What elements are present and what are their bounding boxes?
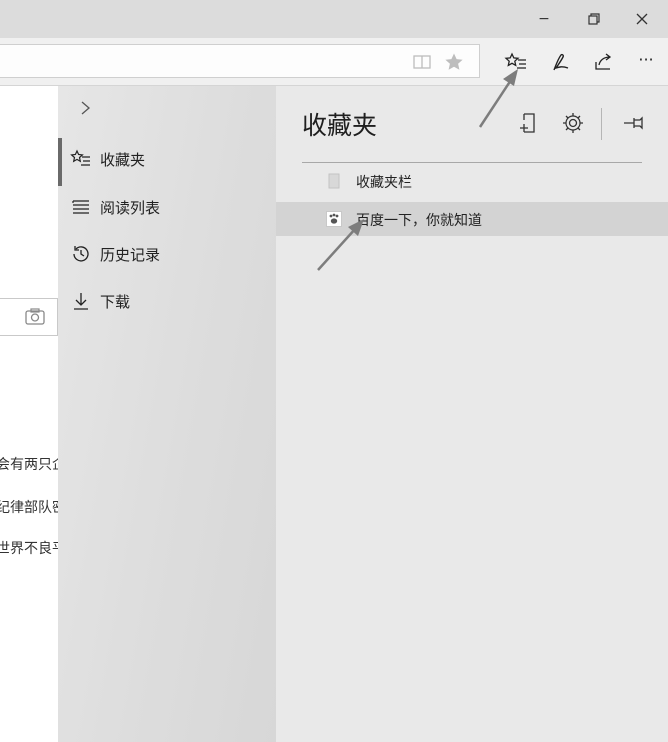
- hub-item-reading-list-label: 阅读列表: [100, 199, 161, 217]
- folder-icon: [326, 173, 342, 189]
- hub-item-reading-list[interactable]: 阅读列表: [58, 186, 276, 226]
- toolbar-divider: [601, 108, 602, 140]
- hub-item-favorites-label: 收藏夹: [100, 151, 146, 169]
- favorites-divider: [302, 162, 642, 163]
- news-line-3[interactable]: 世界不良平: [0, 538, 60, 558]
- hub-item-favorites[interactable]: 收藏夹: [58, 138, 276, 186]
- favorites-row-baidu[interactable]: 百度一下，你就知道: [276, 202, 668, 236]
- web-page-content: 会有两只企 纪律部队密 世界不良平: [0, 86, 60, 742]
- address-bar[interactable]: [0, 44, 480, 78]
- favorites-title: 收藏夹: [302, 111, 378, 140]
- restore-button[interactable]: [584, 9, 604, 29]
- more-icon[interactable]: ···: [634, 50, 658, 74]
- minimize-button[interactable]: −: [534, 9, 554, 29]
- hub-favorites-icon[interactable]: [504, 50, 528, 74]
- page-search-box[interactable]: [0, 298, 58, 336]
- favorites-pane: 收藏夹 收藏夹栏 百度一下，你就知道: [276, 86, 668, 742]
- hub-item-downloads[interactable]: 下载: [58, 280, 276, 320]
- favorites-row-baidu-label: 百度一下，你就知道: [356, 213, 482, 229]
- hub-item-history-label: 历史记录: [100, 246, 161, 264]
- browser-toolbar: ···: [0, 38, 668, 86]
- collapse-chevron-icon[interactable]: [78, 98, 94, 118]
- close-icon: [636, 13, 648, 25]
- favorite-star-icon[interactable]: [443, 51, 465, 73]
- add-folder-icon[interactable]: [516, 110, 542, 136]
- baidu-paw-icon: [326, 211, 342, 227]
- restore-icon: [588, 13, 600, 25]
- hub-nav: 收藏夹 阅读列表 历史记录 下载: [58, 86, 276, 742]
- reading-list-icon: [70, 196, 92, 218]
- favorites-list-icon: [70, 148, 92, 170]
- web-note-icon[interactable]: [548, 50, 572, 74]
- settings-gear-icon[interactable]: [560, 110, 586, 136]
- favorites-row-bar[interactable]: 收藏夹栏: [276, 164, 668, 198]
- more-label: ···: [638, 50, 654, 69]
- download-icon: [70, 290, 92, 312]
- hub-item-downloads-label: 下载: [100, 293, 131, 311]
- share-icon[interactable]: [591, 50, 615, 74]
- close-button[interactable]: [632, 9, 652, 29]
- minimize-icon: −: [538, 11, 550, 27]
- title-bar: −: [0, 0, 668, 38]
- history-icon: [70, 243, 92, 265]
- hub-item-history[interactable]: 历史记录: [58, 233, 276, 273]
- camera-icon[interactable]: [24, 307, 46, 327]
- reading-view-icon[interactable]: [411, 51, 433, 73]
- news-line-2[interactable]: 纪律部队密: [0, 497, 60, 517]
- pin-icon[interactable]: [621, 110, 647, 136]
- news-line-1[interactable]: 会有两只企: [0, 454, 60, 474]
- favorites-row-bar-label: 收藏夹栏: [356, 175, 412, 191]
